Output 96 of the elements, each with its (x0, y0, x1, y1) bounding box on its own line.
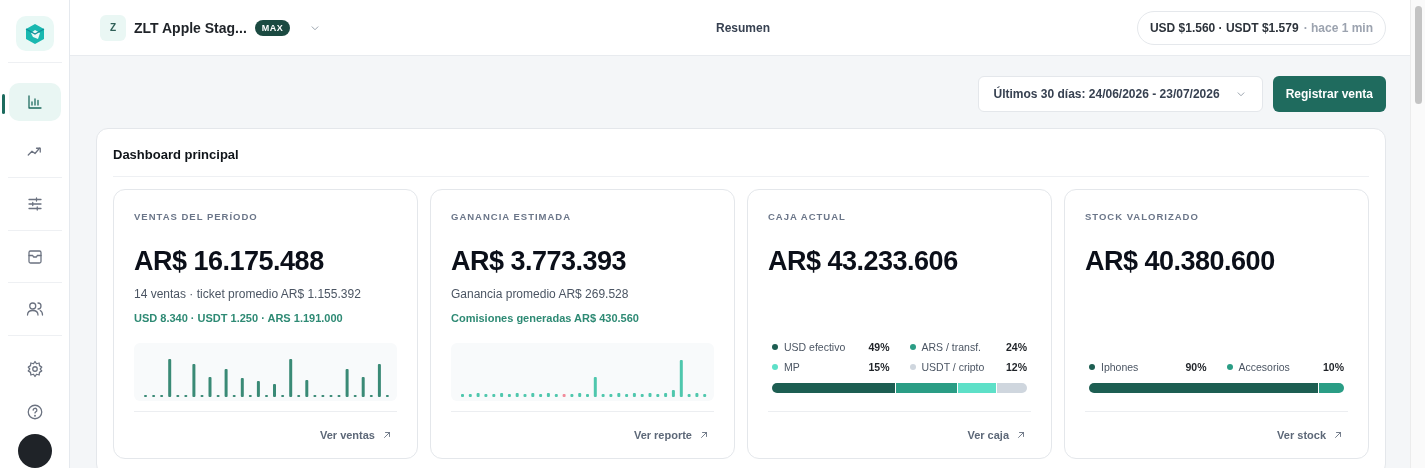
date-range-select[interactable]: Últimos 30 días: 24/06/2026 - 23/07/2026 (978, 76, 1263, 112)
chart-bar (625, 394, 629, 397)
chart-bar (273, 384, 276, 397)
legend-percent: 24% (1006, 341, 1027, 353)
card-value: AR$ 16.175.488 (134, 246, 325, 277)
chart-bar (617, 393, 621, 397)
chart-bar (679, 360, 683, 397)
users-icon (25, 300, 44, 319)
chart-bar (523, 394, 527, 397)
card-label: CAJA ACTUAL (768, 211, 847, 222)
inbox-icon (25, 247, 44, 266)
scrollbar-thumb[interactable] (1414, 6, 1422, 104)
chart-bar (208, 377, 212, 397)
legend-label: USD efectivo (784, 341, 847, 353)
chart-bar (461, 394, 464, 397)
chart-bar (500, 393, 504, 397)
register-sale-button[interactable]: Registrar venta (1272, 76, 1386, 112)
card-value: AR$ 3.773.393 (451, 246, 628, 277)
plan-badge: MAX (254, 19, 291, 36)
chart-bar (656, 394, 660, 397)
update-time: · hace 1 min (1303, 20, 1373, 35)
chart-bar (345, 369, 349, 397)
legend-label: MP (784, 361, 801, 373)
chart-bar (224, 369, 228, 397)
chart-bar (664, 393, 668, 397)
chart-bar (671, 390, 675, 397)
chart-bar (640, 394, 644, 397)
card-highlight: Comisiones generadas AR$ 430.560 (451, 312, 640, 324)
chart-bar (632, 393, 636, 397)
exchange-rates: USD $1.560 · USDT $1.579 (1149, 20, 1299, 35)
card-link[interactable]: Ver stock (1277, 429, 1348, 441)
legend-percent: 15% (868, 361, 890, 373)
panel-title: Dashboard principal (113, 129, 1369, 177)
chart-bar (601, 394, 605, 397)
chart-bar (256, 381, 260, 397)
card-link[interactable]: Ver ventas (319, 429, 397, 441)
chart-bar (476, 393, 480, 397)
card-link[interactable]: Ver caja (967, 429, 1031, 441)
help-icon (25, 402, 44, 421)
avatar[interactable] (17, 434, 52, 468)
legend-percent: 49% (868, 341, 890, 353)
bar-chart-icon (25, 93, 44, 112)
legend-label: Accesorios (1238, 361, 1291, 373)
chart-bar (593, 377, 597, 397)
card-subtitle: 14 ventas · ticket promedio AR$ 1.155.392 (134, 287, 362, 301)
page-title: Resumen (716, 20, 770, 35)
chart-bar (468, 394, 472, 397)
legend-percent: 10% (1323, 361, 1344, 373)
chart-bar (515, 393, 519, 397)
chart-bar (539, 394, 543, 397)
card-subtitle: Ganancia promedio AR$ 269.528 (451, 287, 630, 301)
chart-bar (507, 394, 511, 397)
chart-bar (695, 393, 699, 397)
bar-segment (996, 383, 1027, 393)
card-label: GANANCIA ESTIMADA (451, 211, 573, 222)
workspace-avatar: Z (100, 14, 126, 41)
card-link[interactable]: Ver reporte (633, 429, 714, 441)
chart-bar (578, 393, 582, 397)
card-label: STOCK VALORIZADO (1085, 211, 1200, 222)
chart-bar (484, 394, 488, 397)
legend-percent: 12% (1006, 361, 1027, 373)
legend-percent: 90% (1185, 361, 1207, 373)
legend-label: ARS / transf. (921, 341, 983, 353)
arrow-up-right-icon (698, 429, 710, 441)
legend-label: Iphones (1101, 361, 1140, 373)
settings-icon (25, 359, 44, 378)
card-value: AR$ 43.233.606 (768, 246, 959, 277)
card-label: VENTAS DEL PERÍODO (134, 211, 259, 222)
chart-bar (240, 378, 244, 397)
chart-bar (687, 394, 691, 397)
chart-bar (554, 394, 558, 397)
legend-label: USDT / cripto (921, 361, 986, 373)
arrow-up-right-icon (1332, 429, 1344, 441)
chart-bar (305, 380, 309, 397)
chart-bar (562, 394, 566, 397)
chart-bar (586, 394, 589, 397)
app-logo[interactable] (15, 16, 54, 52)
chart-bar (492, 394, 496, 397)
chart-bar (168, 359, 172, 397)
chart-bar (192, 364, 196, 397)
chart-bar (570, 394, 574, 397)
chart-bar (546, 393, 550, 397)
arrow-up-right-icon (381, 429, 393, 441)
chart-bar (377, 364, 381, 397)
chart-bar (289, 359, 293, 397)
card-value: AR$ 40.380.600 (1085, 246, 1276, 277)
chart-bar (648, 393, 652, 397)
nav-item[interactable] (8, 83, 61, 122)
card-highlight: USD 8.340 · USDT 1.250 · ARS 1.191.000 (134, 312, 344, 324)
workspace-name[interactable]: ZLT Apple Stag... (134, 19, 247, 36)
chart-bar (361, 377, 365, 397)
sliders-icon (25, 194, 44, 213)
chart-bar (609, 394, 613, 397)
arrow-up-right-icon (1015, 429, 1027, 441)
chart-bar (531, 393, 535, 397)
chart-bar (703, 394, 707, 397)
